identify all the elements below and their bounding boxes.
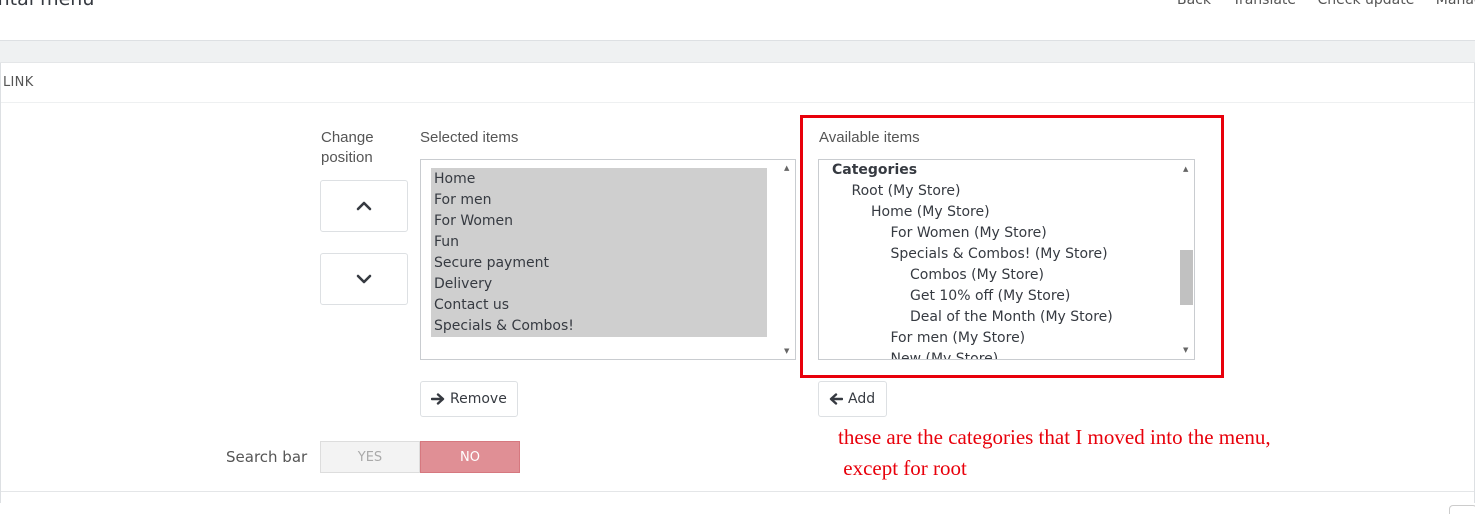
change-position-label-line1: Change [321,129,374,146]
selected-list-item[interactable]: For men [434,190,574,211]
arrow-left-icon [829,393,843,405]
selected-list-item[interactable]: Secure payment [434,253,574,274]
selected-items-label: Selected items [420,129,519,146]
change-position-label-line2: position [321,149,373,166]
chevron-up-icon [356,201,372,211]
search-bar-yes-option[interactable]: YES [320,441,420,473]
toolbar-translate-link[interactable]: Translate [1232,0,1296,8]
annotation-highlight-box [800,115,1224,378]
chevron-down-icon [356,274,372,284]
toolbar-back-link[interactable]: Back [1177,0,1211,8]
add-button[interactable]: Add [818,381,887,417]
gray-band [0,41,1475,63]
selected-list-item[interactable]: For Women [434,211,574,232]
remove-button-label: Remove [450,391,507,407]
selected-list-item[interactable]: Contact us [434,295,574,316]
move-up-button[interactable] [320,180,408,232]
change-position-label: Change position [321,128,374,168]
panel-footer-divider [1,491,1474,492]
selected-items-scrollbar[interactable]: ▲ ▼ [780,160,795,359]
annotation-note-line1: these are the categories that I moved in… [838,425,1271,449]
toolbar: Back Translate Check update Manag [1177,0,1475,8]
toolbar-manage-link[interactable]: Manag [1436,0,1475,8]
annotation-note: these are the categories that I moved in… [838,422,1271,484]
arrow-right-icon [431,393,445,405]
search-bar-no-option[interactable]: NO [420,441,520,473]
selected-list-item[interactable]: Fun [434,232,574,253]
search-bar-toggle[interactable]: YES NO [320,441,520,473]
move-down-button[interactable] [320,253,408,305]
selected-items-selection: Home For men For Women Fun Secure payment Del… [431,168,767,337]
selected-list-item[interactable]: Specials & Combos! [434,316,574,337]
scroll-down-arrow-icon[interactable]: ▼ [784,347,789,355]
page-title: ontal menu [0,0,94,10]
annotation-note-line2: except for root [838,456,967,480]
add-button-label: Add [848,391,876,407]
selected-list-item[interactable]: Delivery [434,274,574,295]
panel-heading: LINK [3,75,34,90]
selected-list-item[interactable]: Home [434,169,574,190]
toolbar-check-update-link[interactable]: Check update [1317,0,1414,8]
search-bar-label: Search bar [226,448,308,466]
selected-items-list[interactable]: Home For men For Women Fun Secure payment Del… [420,159,796,360]
scroll-up-arrow-icon[interactable]: ▲ [784,164,789,172]
top-bar: ontal menu Back Translate Check update M… [0,0,1475,41]
panel-divider [1,102,1474,103]
remove-button[interactable]: Remove [420,381,518,417]
